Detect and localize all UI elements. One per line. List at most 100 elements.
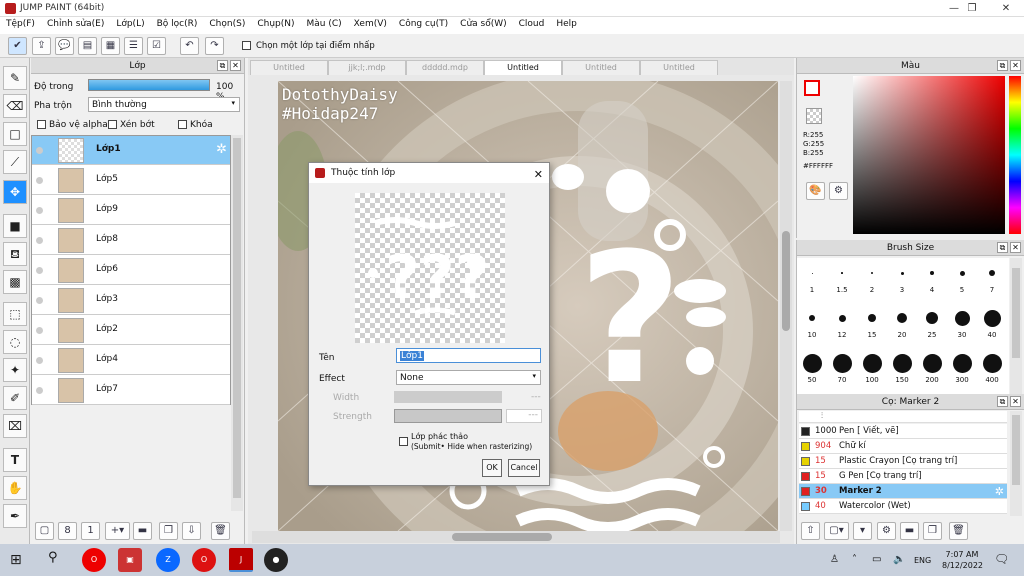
menu-item[interactable]: Help: [550, 17, 583, 34]
layer-row[interactable]: Lớp5: [32, 166, 230, 195]
menu-item[interactable]: Chỉnh sửa(E): [41, 17, 110, 34]
brush-size-option[interactable]: 30: [947, 307, 977, 339]
menu-item[interactable]: Cửa sổ(W): [454, 17, 512, 34]
lasso-tool-icon[interactable]: ◌: [3, 330, 27, 354]
menu-item[interactable]: Màu (C): [301, 17, 348, 34]
layer-scrollbar[interactable]: [231, 135, 243, 511]
layer-row[interactable]: Lớp4: [32, 346, 230, 375]
visibility-icon[interactable]: [36, 297, 43, 304]
network-icon[interactable]: ▭: [872, 554, 881, 565]
layer-row[interactable]: Lớp8: [32, 226, 230, 255]
panel-close-icon[interactable]: ✕: [1010, 242, 1021, 253]
layer-row[interactable]: Lớp9: [32, 196, 230, 225]
brush-size-option[interactable]: 4: [917, 262, 947, 294]
brush-trash-icon[interactable]: 🗑: [949, 522, 968, 540]
select-eraser-icon[interactable]: ⌧: [3, 414, 27, 438]
hue-slider[interactable]: [1009, 76, 1021, 234]
opacity-slider[interactable]: [88, 79, 210, 91]
palette-icon[interactable]: 🎨: [806, 182, 825, 200]
volume-icon[interactable]: 🔈: [893, 554, 905, 565]
panel-close-icon[interactable]: ✕: [1010, 60, 1021, 71]
brush-size-option[interactable]: 70: [827, 352, 857, 384]
duplicate-icon[interactable]: ❐: [159, 522, 178, 540]
brush-size-option[interactable]: 150: [887, 352, 917, 384]
document-icon[interactable]: ▦: [101, 37, 120, 55]
redo-icon[interactable]: ↷: [205, 37, 224, 55]
draft-layer-checkbox[interactable]: [399, 437, 408, 446]
cancel-button[interactable]: Cancel: [508, 459, 540, 477]
document-tab[interactable]: Untitled: [250, 60, 328, 75]
brush-size-option[interactable]: 12: [827, 307, 857, 339]
opera-gx-icon[interactable]: O: [192, 548, 216, 572]
checklist-icon[interactable]: ☑: [147, 37, 166, 55]
trash-icon[interactable]: 🗑: [211, 522, 230, 540]
brush-list-scrollbar[interactable]: [1010, 411, 1022, 516]
text-tool-icon[interactable]: T: [3, 448, 27, 472]
blend-select[interactable]: Bình thường ▾: [88, 97, 240, 112]
list-icon[interactable]: ☰: [124, 37, 143, 55]
brush-size-option[interactable]: 40: [977, 307, 1007, 339]
speech-icon[interactable]: 💬: [55, 37, 74, 55]
brush-size-option[interactable]: 3: [887, 262, 917, 294]
brush-settings-icon[interactable]: ⚙: [877, 522, 896, 540]
clock[interactable]: 7:07 AM 8/12/2022: [942, 549, 983, 571]
panel-close-icon[interactable]: ✕: [1010, 396, 1021, 407]
clipping-checkbox[interactable]: [108, 120, 117, 129]
export-icon[interactable]: ⇪: [32, 37, 51, 55]
panel-float-icon[interactable]: ⧉: [997, 396, 1008, 407]
pick-layer-checkbox[interactable]: [242, 41, 251, 50]
visibility-icon[interactable]: [36, 207, 43, 214]
chevron-up-icon[interactable]: ˄: [852, 554, 857, 565]
layer-row[interactable]: Lớp2: [32, 316, 230, 345]
brush-duplicate-icon[interactable]: ❐: [923, 522, 942, 540]
add-layer-menu-icon[interactable]: +▾: [105, 522, 130, 540]
new-1bit-layer-icon[interactable]: 1: [81, 522, 100, 540]
layer-row[interactable]: Lớp3: [32, 286, 230, 315]
layer-row[interactable]: Lớp1 ✲: [32, 136, 230, 165]
menu-item[interactable]: Chụp(N): [251, 17, 300, 34]
brush-size-option[interactable]: 25: [917, 307, 947, 339]
canvas-hscroll[interactable]: [252, 531, 780, 543]
brush-upload-icon[interactable]: ⇧: [801, 522, 820, 540]
note-icon[interactable]: ▤: [78, 37, 97, 55]
gear-icon[interactable]: ✲: [995, 484, 1004, 499]
dialog-close-icon[interactable]: ✕: [534, 165, 543, 185]
visibility-icon[interactable]: [36, 147, 43, 154]
lock-checkbox[interactable]: [178, 120, 187, 129]
visibility-icon[interactable]: [36, 327, 43, 334]
people-icon[interactable]: ♙: [830, 554, 839, 565]
brush-tool-icon[interactable]: ✎: [3, 66, 27, 90]
recorder-icon[interactable]: ●: [264, 548, 288, 572]
brush-item[interactable]: 15 G Pen [Cọ trang trí]: [799, 469, 1007, 484]
panel-float-icon[interactable]: ⧉: [997, 60, 1008, 71]
menu-item[interactable]: Xem(V): [348, 17, 393, 34]
visibility-icon[interactable]: [36, 387, 43, 394]
brush-size-option[interactable]: 1.5: [827, 262, 857, 294]
menu-item[interactable]: Cloud: [513, 17, 551, 34]
layer-row[interactable]: Lớp6: [32, 256, 230, 285]
brush-item[interactable]: 40 Watercolor (Wet): [799, 499, 1007, 514]
brush-item[interactable]: 30 Marker 2 ✲: [799, 484, 1007, 499]
saturation-value-picker[interactable]: [853, 76, 1005, 234]
document-tab[interactable]: ddddd.mdp: [406, 60, 484, 75]
gear-icon[interactable]: ✲: [216, 142, 227, 157]
panel-float-icon[interactable]: ⧉: [217, 60, 228, 71]
layer-row[interactable]: Lớp7: [32, 376, 230, 405]
select-rect-icon[interactable]: ⬚: [3, 302, 27, 326]
select-pen-icon[interactable]: ✐: [3, 386, 27, 410]
eyedropper-icon[interactable]: ✒: [3, 504, 27, 528]
eraser-tool-icon[interactable]: ⌫: [3, 94, 27, 118]
menu-item[interactable]: Bộ lọc(R): [151, 17, 204, 34]
opera-icon[interactable]: O: [82, 548, 106, 572]
folder-icon[interactable]: ▬: [133, 522, 152, 540]
document-tab[interactable]: Untitled: [484, 60, 562, 75]
canvas-vscroll[interactable]: [780, 81, 792, 531]
zalo-icon[interactable]: Z: [156, 548, 180, 572]
bucket-tool-icon[interactable]: ⛾: [3, 242, 27, 266]
transparent-swatch[interactable]: [806, 108, 822, 124]
new-8bit-layer-icon[interactable]: 8: [58, 522, 77, 540]
menu-item[interactable]: Công cụ(T): [393, 17, 454, 34]
fill-rect-icon[interactable]: ■: [3, 214, 27, 238]
brush-size-option[interactable]: 100: [857, 352, 887, 384]
effect-select[interactable]: None ▾: [396, 370, 541, 385]
